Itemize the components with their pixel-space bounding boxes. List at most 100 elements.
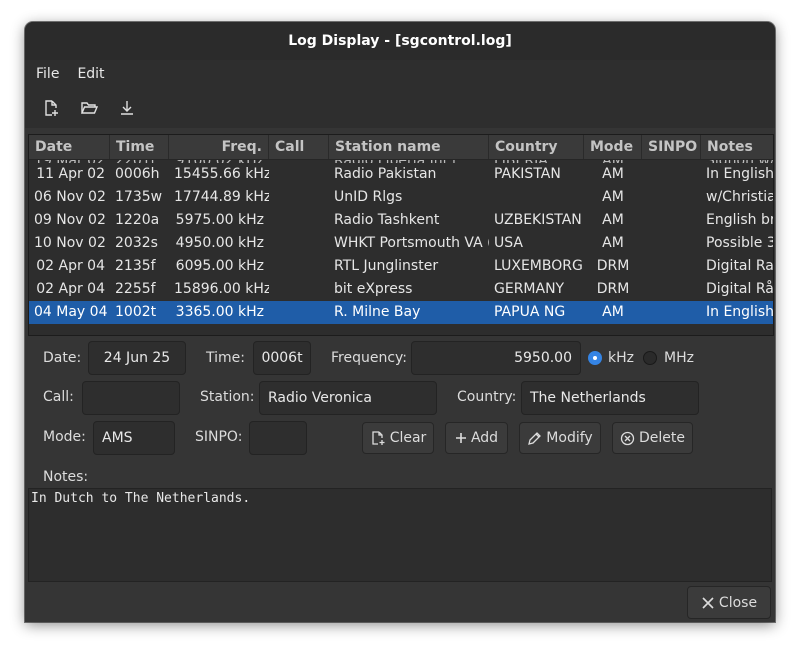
- cell-freq: 6095.00 kHz: [175, 258, 264, 274]
- close-icon: [702, 596, 714, 609]
- cell-date: 11 Apr 02: [36, 166, 105, 182]
- cell-call: [269, 209, 329, 232]
- sinpo-label: SINPO:: [195, 429, 243, 445]
- window-title: Log Display - [sgcontrol.log]: [288, 33, 512, 49]
- open-log-button[interactable]: [74, 93, 104, 123]
- cell-time: 1735w: [115, 189, 163, 205]
- modify-button[interactable]: Modify: [519, 422, 601, 454]
- station-field[interactable]: Radio Veronica: [259, 381, 437, 415]
- cell-mode: AM: [602, 189, 624, 205]
- toolbar: [25, 88, 775, 128]
- cell-station: Radio Tashkent: [334, 212, 440, 228]
- station-label: Station:: [200, 389, 255, 405]
- mhz-label[interactable]: MHz: [664, 350, 694, 366]
- cell-notes: Digital Ra: [706, 258, 773, 274]
- cell-sinpo: [642, 278, 701, 301]
- country-field[interactable]: The Netherlands: [521, 381, 699, 415]
- cell-notes: English br: [706, 212, 773, 228]
- cell-country: GERMANY: [494, 281, 565, 297]
- table-row[interactable]: 04 May 04 1002t 3365.00 kHz R. Milne Bay PAP…: [29, 301, 773, 324]
- col-country-header[interactable]: Country: [489, 135, 584, 159]
- cell-freq: 17744.89 kHz: [174, 189, 269, 205]
- col-freq-header[interactable]: Freq.: [169, 135, 269, 159]
- log-table[interactable]: Date Time Freq. Call Station name Countr…: [28, 134, 774, 336]
- table-row[interactable]: 02 Apr 04 2135f 6095.00 kHz RTL Junglinster…: [29, 255, 773, 278]
- cell-call: [269, 278, 329, 301]
- notes-textarea[interactable]: In Dutch to The Netherlands.: [28, 488, 772, 582]
- delete-button-label: Delete: [639, 430, 685, 446]
- cell-time: 2135f: [115, 258, 156, 274]
- mode-field[interactable]: AMS: [93, 421, 175, 455]
- cell-date: 02 Apr 04: [36, 258, 105, 274]
- col-mode-header[interactable]: Mode: [584, 135, 642, 159]
- sinpo-field[interactable]: [249, 421, 307, 455]
- cell-freq: 15455.66 kHz: [174, 166, 269, 182]
- cell-notes: In English: [706, 304, 773, 320]
- table-row[interactable]: 02 Apr 04 2255f 15896.00 kHz bit eXpress GER…: [29, 278, 773, 301]
- cell-mode: AM: [602, 235, 624, 251]
- table-row[interactable]: 09 Nov 02 1220a 5975.00 kHz Radio Tashkent U…: [29, 209, 773, 232]
- cell-notes: w/Christia: [706, 189, 773, 205]
- table-row[interactable]: 10 Nov 02 2032s 4950.00 kHz WHKT Portsmouth…: [29, 232, 773, 255]
- cell-station: UnID Rlgs: [334, 189, 403, 205]
- cell-freq: 5975.00 kHz: [175, 212, 264, 228]
- menu-edit[interactable]: Edit: [66, 66, 111, 82]
- add-button[interactable]: Add: [445, 422, 508, 454]
- cell-country: USA: [494, 235, 523, 251]
- add-button-label: Add: [470, 430, 499, 446]
- cell-freq: 3365.00 kHz: [175, 304, 264, 320]
- table-row[interactable]: 11 Apr 02 0006h 15455.66 kHz Radio Pakistan…: [29, 163, 773, 186]
- new-log-button[interactable]: [36, 93, 66, 123]
- new-file-icon: [45, 100, 58, 116]
- cell-date: 10 Nov 02: [34, 235, 106, 251]
- cell-station: WHKT Portsmouth VA (x: [334, 235, 489, 251]
- cell-notes: Digital Rå: [706, 281, 773, 297]
- cell-time: 1220a: [115, 212, 160, 228]
- menu-bar: File Edit: [25, 60, 775, 88]
- cell-country: UZBEKISTAN: [494, 212, 582, 228]
- col-notes-header[interactable]: Notes: [701, 135, 773, 159]
- khz-radio[interactable]: [588, 351, 602, 365]
- cell-freq: 4950.00 kHz: [175, 235, 264, 251]
- frequency-field[interactable]: 5950.00: [411, 341, 581, 375]
- pencil-icon: [528, 431, 542, 445]
- cell-mode: AM: [602, 212, 624, 228]
- cell-sinpo: [642, 301, 701, 324]
- col-date-header[interactable]: Date: [29, 135, 110, 159]
- open-folder-icon: [80, 102, 98, 114]
- cell-station: Radio Pakistan: [334, 166, 437, 182]
- col-call-header[interactable]: Call: [269, 135, 329, 159]
- khz-label[interactable]: kHz: [608, 350, 634, 366]
- cell-time: 2255f: [115, 281, 156, 297]
- menu-file[interactable]: File: [25, 66, 66, 82]
- call-field[interactable]: [82, 381, 180, 415]
- col-sinpo-header[interactable]: SINPO: [642, 135, 701, 159]
- time-field[interactable]: 0006t: [253, 341, 311, 375]
- cell-notes: In English: [706, 166, 773, 182]
- col-time-header[interactable]: Time: [110, 135, 169, 159]
- date-field[interactable]: 24 Jun 25: [88, 341, 186, 375]
- close-button-label: Close: [718, 594, 758, 611]
- cell-time: 0006h: [115, 166, 160, 182]
- cell-date: 04 May 04: [34, 304, 108, 320]
- cell-date: 06 Nov 02: [34, 189, 106, 205]
- export-button[interactable]: [112, 93, 142, 123]
- clear-button[interactable]: Clear: [362, 422, 434, 454]
- title-bar[interactable]: Log Display - [sgcontrol.log]: [25, 22, 775, 60]
- cell-country: PAKISTAN: [494, 166, 561, 182]
- clear-button-label: Clear: [389, 430, 427, 446]
- mode-label: Mode:: [43, 429, 86, 445]
- cell-call: [269, 301, 329, 324]
- col-station-header[interactable]: Station name: [329, 135, 489, 159]
- cell-station: RTL Junglinster: [334, 258, 439, 274]
- table-header: Date Time Freq. Call Station name Countr…: [29, 135, 773, 160]
- clear-file-icon: [372, 431, 385, 445]
- mhz-radio[interactable]: [643, 351, 657, 365]
- close-button[interactable]: Close: [687, 586, 771, 619]
- cell-time: 2032s: [115, 235, 158, 251]
- cell-sinpo: [642, 209, 701, 232]
- delete-button[interactable]: Delete: [612, 422, 693, 454]
- cell-freq: 15896.00 kHz: [174, 281, 269, 297]
- table-row[interactable]: 06 Nov 02 1735w 17744.89 kHz UnID Rlgs AM w/C…: [29, 186, 773, 209]
- modify-button-label: Modify: [546, 430, 593, 446]
